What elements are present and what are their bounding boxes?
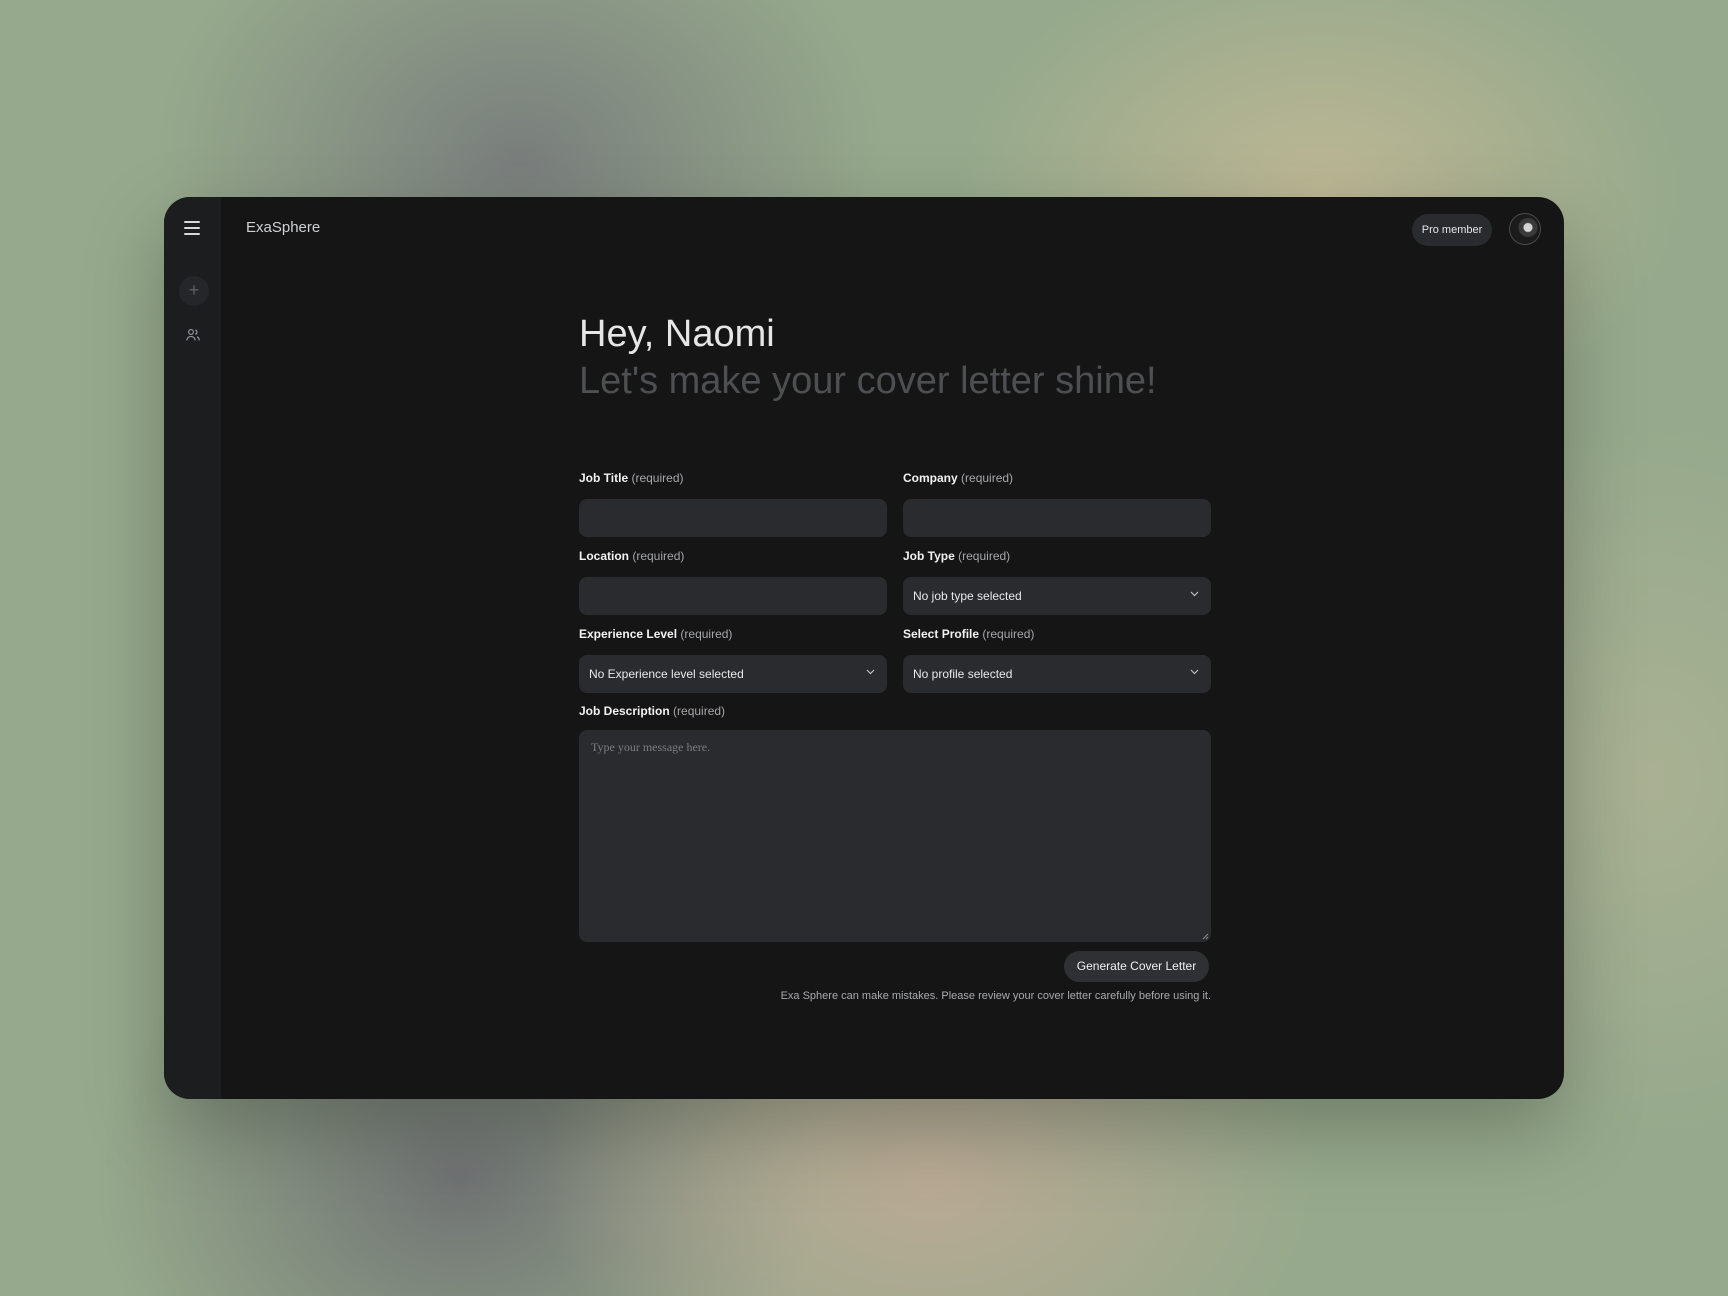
experience-level-field: Experience Level (required) No Experienc… [579, 627, 887, 693]
location-input[interactable] [579, 577, 887, 615]
brand-name: ExaSphere [246, 219, 321, 236]
greeting-title: Hey, Naomi [579, 313, 775, 355]
experience-level-select[interactable]: No Experience level selected [579, 655, 887, 693]
company-field: Company (required) [903, 471, 1211, 537]
profile-field: Select Profile (required) No profile sel… [903, 627, 1211, 693]
job-title-field: Job Title (required) [579, 471, 887, 537]
app-window: + ExaSphere Pro member Hey, Naomi Let's … [164, 197, 1564, 1099]
disclaimer-text: Exa Sphere can make mistakes. Please rev… [780, 990, 1211, 1002]
experience-level-value: No Experience level selected [589, 667, 744, 681]
job-type-value: No job type selected [913, 589, 1022, 603]
avatar[interactable] [1509, 213, 1541, 245]
company-input[interactable] [903, 499, 1211, 537]
chevron-down-icon [866, 669, 875, 675]
location-label: Location (required) [579, 549, 685, 563]
job-description-textarea[interactable] [579, 730, 1211, 942]
resize-handle-icon[interactable] [1201, 932, 1209, 940]
job-title-input[interactable] [579, 499, 887, 537]
job-type-field: Job Type (required) No job type selected [903, 549, 1211, 615]
pro-member-badge[interactable]: Pro member [1412, 214, 1492, 246]
plus-icon[interactable]: + [179, 276, 209, 306]
job-type-select[interactable]: No job type selected [903, 577, 1211, 615]
job-title-label: Job Title (required) [579, 471, 684, 485]
sidebar: + [164, 197, 221, 1099]
job-description-label: Job Description (required) [579, 704, 726, 718]
generate-cover-letter-button[interactable]: Generate Cover Letter [1064, 951, 1209, 982]
chevron-down-icon [1190, 591, 1199, 597]
experience-level-label: Experience Level (required) [579, 627, 733, 641]
profile-select[interactable]: No profile selected [903, 655, 1211, 693]
job-description-field: Job Description (required) [579, 704, 1211, 942]
location-field: Location (required) [579, 549, 887, 615]
menu-icon[interactable] [184, 221, 200, 235]
profile-label: Select Profile (required) [903, 627, 1035, 641]
company-label: Company (required) [903, 471, 1014, 485]
job-type-label: Job Type (required) [903, 549, 1011, 563]
users-icon[interactable] [185, 327, 201, 343]
chevron-down-icon [1190, 669, 1199, 675]
profile-value: No profile selected [913, 667, 1013, 681]
greeting-subtitle: Let's make your cover letter shine! [579, 360, 1157, 402]
